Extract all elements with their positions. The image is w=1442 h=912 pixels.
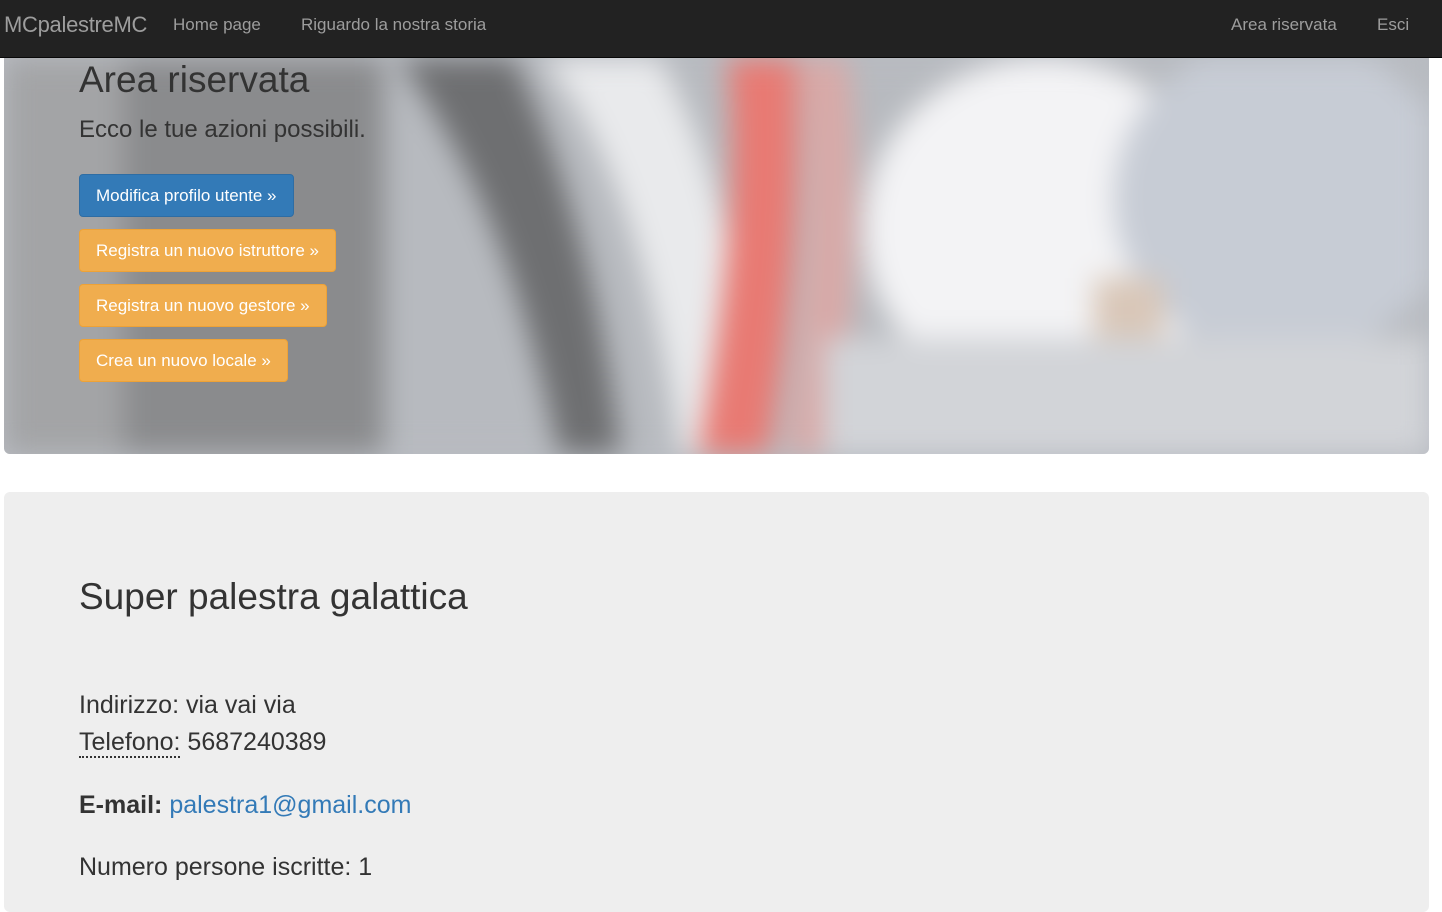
gym-info-panel: Super palestra galattica Indirizzo: via … — [4, 492, 1429, 912]
nav-reserved-area-link[interactable]: Area riservata — [1231, 15, 1337, 35]
address-value: via vai via — [186, 691, 296, 719]
top-navbar: MCpalestreMC Home page Riguardo la nostr… — [0, 0, 1442, 58]
email-link[interactable]: palestra1@gmail.com — [169, 791, 411, 819]
gym-address: Indirizzo: via vai via — [79, 690, 296, 720]
phone-label: Telefono: — [79, 728, 181, 758]
members-label: Numero persone iscritte: — [79, 853, 352, 881]
phone-value: 5687240389 — [187, 728, 327, 756]
gym-name-heading: Super palestra galattica — [79, 576, 468, 617]
reserved-area-jumbotron: Area riservata Ecco le tue azioni possib… — [4, 58, 1429, 454]
nav-story-link[interactable]: Riguardo la nostra storia — [301, 15, 486, 35]
page-title: Area riservata — [79, 59, 310, 100]
hero-subtitle: Ecco le tue azioni possibili. — [79, 116, 366, 143]
members-value: 1 — [358, 853, 373, 881]
create-venue-button[interactable]: Crea un nuovo locale » — [79, 339, 288, 382]
nav-home-link[interactable]: Home page — [173, 15, 261, 35]
gym-email: E-mail: palestra1@gmail.com — [79, 790, 411, 820]
hero-content: Area riservata Ecco le tue azioni possib… — [4, 58, 1429, 454]
gym-members-count: Numero persone iscritte: 1 — [79, 852, 372, 882]
gym-phone: Telefono: 5687240389 — [79, 727, 327, 758]
nav-logout-link[interactable]: Esci — [1377, 15, 1409, 35]
register-manager-button[interactable]: Registra un nuovo gestore » — [79, 284, 327, 327]
address-label: Indirizzo: — [79, 691, 180, 719]
email-label: E-mail: — [79, 791, 163, 819]
edit-profile-button[interactable]: Modifica profilo utente » — [79, 174, 294, 217]
register-instructor-button[interactable]: Registra un nuovo istruttore » — [79, 229, 337, 272]
brand-link[interactable]: MCpalestreMC — [4, 12, 147, 38]
